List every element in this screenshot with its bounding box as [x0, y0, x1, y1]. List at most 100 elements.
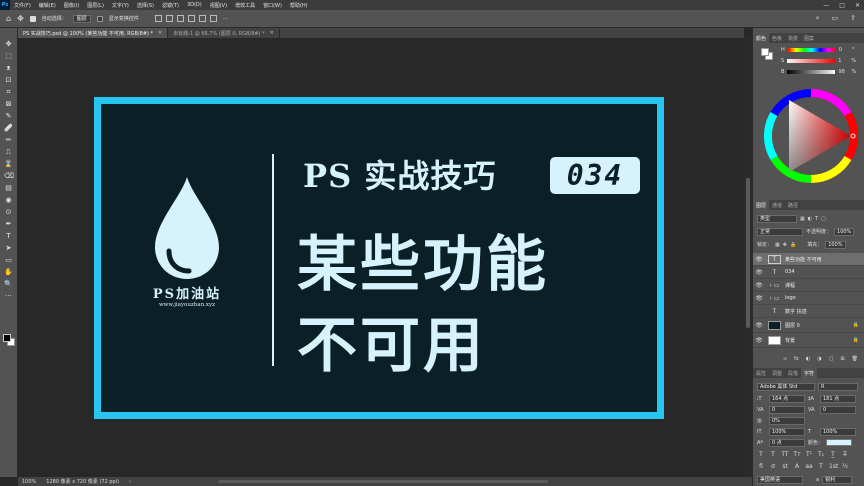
close-tab-icon[interactable]: ✕	[158, 30, 162, 36]
more-options-button[interactable]: ···	[223, 16, 228, 22]
stylistic-alternates-button[interactable]: A	[793, 463, 801, 470]
layer-name[interactable]: logo	[785, 295, 796, 301]
clone-stamp-tool-icon[interactable]: ⎍	[4, 148, 13, 157]
layer-filter-dropdown[interactable]: 类型	[757, 214, 797, 223]
lock-move-icon[interactable]: ✥	[783, 242, 787, 248]
artwork-frame[interactable]: PS加油站 www.jiayouzhan.xyz PS 实战技巧 034 某些功…	[94, 97, 664, 419]
fractions-button[interactable]: 1st	[829, 463, 838, 470]
layer-row[interactable]: 👁 › ▭ 课程	[753, 279, 864, 292]
eye-icon[interactable]: 👁	[753, 282, 765, 289]
horizontal-scale-field[interactable]: 100%	[820, 427, 856, 436]
layer-row[interactable]: 👁 背景 🔒	[753, 333, 864, 348]
layer-name[interactable]: 数字 扶迹	[785, 308, 807, 315]
layer-name[interactable]: 课程	[785, 282, 795, 289]
auto-select-dropdown[interactable]: 图层	[72, 14, 91, 23]
tab-patterns[interactable]: 图案	[801, 33, 817, 43]
hue-value[interactable]: 0	[839, 47, 849, 53]
search-icon[interactable]: ⌕	[816, 14, 820, 23]
adjustment-layer-icon[interactable]: ◑	[817, 356, 821, 362]
tab-paragraph[interactable]: 段落	[785, 368, 801, 378]
menu-image[interactable]: 图像(I)	[60, 2, 83, 9]
small-caps-button[interactable]: Tт	[793, 451, 801, 458]
all-caps-button[interactable]: TT	[781, 451, 789, 458]
layer-row[interactable]: 👁 T 数字 扶迹	[753, 305, 864, 318]
eye-icon[interactable]: 👁	[753, 322, 765, 329]
align-middle-icon[interactable]	[198, 15, 206, 22]
eye-icon[interactable]: 👁	[753, 337, 765, 344]
marquee-tool-icon[interactable]: ⬚	[4, 52, 13, 61]
faux-bold-button[interactable]: T	[757, 451, 765, 458]
tab-gradients[interactable]: 渐变	[785, 33, 801, 43]
eye-icon[interactable]: 👁	[753, 269, 765, 276]
layer-name[interactable]: 背景	[785, 337, 795, 344]
anti-alias-dropdown[interactable]: 锐利	[822, 475, 853, 484]
gradient-tool-icon[interactable]: ▤	[4, 184, 13, 193]
filter-adjust-icon[interactable]: ◐	[808, 216, 812, 222]
layer-row[interactable]: 👁 › ▭ logo	[753, 292, 864, 305]
filter-type-icon[interactable]: T	[815, 216, 818, 222]
layer-mask-icon[interactable]: ◐	[806, 356, 810, 362]
tab-document-untitled[interactable]: 未标题-1 @ 66.7% (图层 0, RGB/8#) * ✕	[168, 28, 280, 38]
font-style-dropdown[interactable]: R	[818, 382, 858, 391]
menu-window[interactable]: 窗口(W)	[259, 2, 286, 9]
zoom-level[interactable]: 100%	[22, 479, 36, 485]
layer-name[interactable]: 图层 0	[785, 322, 800, 329]
scrollbar-thumb[interactable]	[746, 178, 750, 328]
underline-button[interactable]: T̲	[829, 451, 837, 458]
hand-tool-icon[interactable]: ✋	[4, 268, 13, 277]
new-layer-icon[interactable]: ⊞	[840, 356, 844, 362]
swash-button[interactable]: st	[781, 463, 789, 470]
foreground-color-swatch[interactable]	[3, 334, 11, 342]
workspace-icon[interactable]: ▭	[832, 14, 839, 23]
align-left-icon[interactable]	[154, 15, 162, 22]
object-select-tool-icon[interactable]: ⊡	[4, 76, 13, 85]
history-brush-tool-icon[interactable]: ⌛	[4, 160, 13, 169]
titling-button[interactable]: aa	[805, 463, 813, 470]
tsume-field[interactable]: 0%	[769, 416, 805, 425]
layer-name[interactable]: 034	[785, 269, 795, 275]
blend-mode-dropdown[interactable]: 正常	[757, 227, 803, 236]
layer-row[interactable]: 👁 图层 0 🔒	[753, 318, 864, 333]
superscript-button[interactable]: T¹	[805, 451, 813, 458]
tab-properties[interactable]: 属性	[753, 368, 769, 378]
color-wheel[interactable]	[763, 88, 859, 184]
home-icon[interactable]: ⌂	[6, 14, 11, 23]
saturation-slider-track[interactable]	[787, 59, 836, 63]
blur-tool-icon[interactable]: ◉	[4, 196, 13, 205]
tab-document-ps[interactable]: PS 实战技巧.psd @ 100% (某些功能 不可用, RGB/8#) * ✕	[18, 28, 169, 38]
filter-pixel-icon[interactable]: ▦	[800, 216, 805, 222]
baseline-shift-field[interactable]: 0 点	[769, 438, 805, 447]
brush-tool-icon[interactable]: ✏	[4, 136, 13, 145]
faux-italic-button[interactable]: T	[769, 451, 777, 458]
fraction-button[interactable]: ½	[841, 463, 849, 470]
font-family-dropdown[interactable]: Adobe 黑体 Std	[757, 382, 815, 391]
frame-tool-icon[interactable]: ⊠	[4, 100, 13, 109]
tab-channels[interactable]: 通道	[769, 200, 785, 210]
brightness-slider[interactable]: B 98 %	[781, 68, 861, 76]
tab-character[interactable]: 字符	[801, 368, 818, 378]
horizontal-scrollbar[interactable]	[218, 480, 548, 483]
menu-3d[interactable]: 3D(D)	[183, 2, 206, 8]
tab-layers[interactable]: 图层	[753, 200, 770, 210]
eye-icon[interactable]: 👁	[753, 256, 765, 263]
layer-row[interactable]: 👁 T 某些功能 不可用	[753, 253, 864, 266]
menu-file[interactable]: 文件(F)	[10, 2, 35, 9]
menu-view[interactable]: 视图(V)	[206, 2, 231, 9]
saturation-value[interactable]: 1	[838, 58, 848, 64]
tab-color[interactable]: 颜色	[753, 33, 770, 43]
eyedropper-tool-icon[interactable]: ✎	[4, 112, 13, 121]
eye-icon[interactable]: 👁	[753, 295, 765, 302]
close-tab-icon[interactable]: ✕	[270, 30, 274, 36]
leading-field[interactable]: 181 点	[820, 394, 856, 403]
auto-select-checkbox[interactable]	[29, 15, 36, 22]
menu-filter[interactable]: 滤镜(T)	[158, 2, 183, 9]
vertical-scale-field[interactable]: 100%	[769, 427, 805, 436]
pen-tool-icon[interactable]: ✒	[4, 220, 13, 229]
eraser-tool-icon[interactable]: ⌫	[4, 172, 14, 181]
align-bottom-icon[interactable]	[209, 15, 217, 22]
move-tool-icon[interactable]: ✥	[17, 14, 24, 23]
hue-slider[interactable]: H 0 °	[781, 46, 861, 54]
filter-shape-icon[interactable]: ▢	[821, 216, 826, 222]
canvas-area[interactable]: PS加油站 www.jiayouzhan.xyz PS 实战技巧 034 某些功…	[18, 38, 744, 477]
discretionary-ligature-button[interactable]: ơ	[769, 463, 777, 470]
